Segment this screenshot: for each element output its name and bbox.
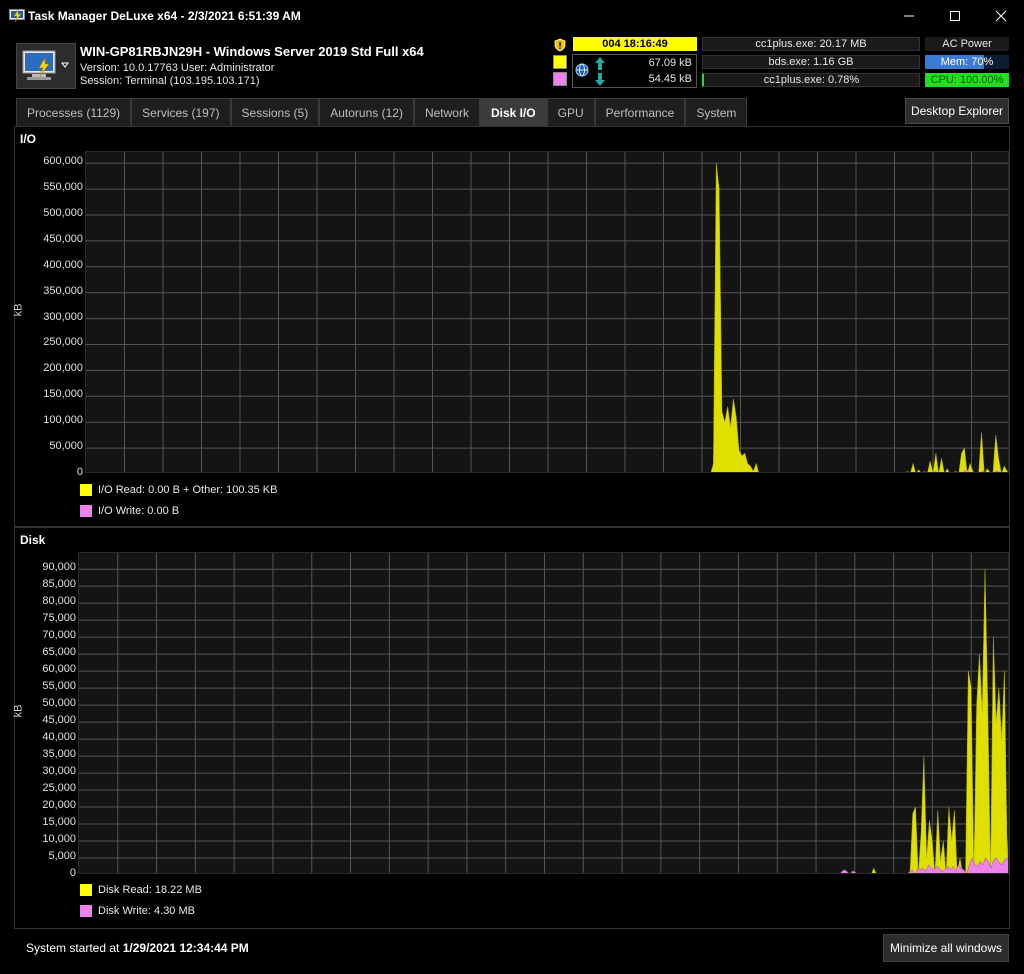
io-y-tick-label: 150,000 (43, 388, 83, 401)
io-y-tick-label: 0 (76, 466, 83, 478)
io-y-tick-label: 600,000 (43, 155, 83, 168)
network-summary: 67.09 kB 54.45 kB (572, 54, 697, 88)
disk-write-legend: Disk Write: 4.30 MB (98, 905, 195, 917)
disk-y-tick-label: 70,000 (42, 629, 76, 642)
write-color-swatch (553, 72, 567, 86)
system-started-label: System started at (26, 941, 120, 955)
up-down-arrows-icon (595, 57, 605, 86)
minimize-all-windows-button[interactable]: Minimize all windows (883, 934, 1009, 962)
io-y-tick-label: 500,000 (43, 206, 83, 219)
io-y-tick-label: 250,000 (43, 336, 83, 349)
disk-y-tick-label: 55,000 (42, 680, 76, 693)
io-chart-title: I/O (20, 132, 37, 146)
disk-y-tick-label: 25,000 (42, 782, 76, 795)
memory-usage-label: Mem: 70% (940, 56, 994, 68)
disk-chart-title: Disk (20, 533, 46, 547)
io-y-tick-label: 200,000 (43, 362, 83, 375)
computer-menu-button[interactable] (16, 43, 76, 89)
disk-read-legend-swatch (80, 884, 92, 896)
minimize-button[interactable] (886, 0, 932, 32)
disk-y-tick-label: 35,000 (42, 748, 76, 761)
chevron-down-icon (61, 62, 69, 68)
tab-sessions[interactable]: Sessions (5) (230, 98, 320, 126)
session-line: Session: Terminal (103.195.103.171) (80, 75, 260, 87)
io-chart (85, 151, 1009, 473)
tab-performance[interactable]: Performance (594, 98, 686, 126)
io-read-legend: I/O Read: 0.00 B + Other: 100.35 KB (98, 484, 278, 496)
disk-y-tick-label: 50,000 (42, 697, 76, 710)
disk-y-tick-label: 5,000 (48, 850, 76, 862)
cpu-usage-bar: CPU: 100.00% (925, 73, 1009, 87)
close-icon (995, 10, 1007, 22)
disk-y-tick-label: 20,000 (42, 799, 76, 812)
tab-autoruns[interactable]: Autoruns (12) (319, 98, 414, 126)
disk-write-legend-swatch (80, 905, 92, 917)
disk-y-tick-label: 90,000 (42, 561, 76, 574)
io-y-tick-label: 100,000 (43, 414, 83, 427)
disk-y-tick-label: 30,000 (42, 765, 76, 778)
minimize-icon (904, 15, 914, 17)
maximize-button[interactable] (932, 0, 978, 32)
disk-y-tick-label: 60,000 (42, 663, 76, 676)
io-y-tick-label: 550,000 (43, 181, 83, 194)
tab-gpu[interactable]: GPU (546, 98, 595, 126)
disk-y-tick-label: 85,000 (42, 578, 76, 591)
tab-bar: Processes (1129) Services (197) Sessions… (16, 98, 748, 126)
version-line: Version: 10.0.17763 User: Administrator (80, 62, 275, 74)
read-color-swatch (553, 55, 567, 69)
io-write-legend-swatch (80, 505, 92, 517)
tab-disk-io[interactable]: Disk I/O (479, 98, 547, 126)
tab-services[interactable]: Services (197) (131, 98, 231, 126)
disk-y-tick-label: 0 (69, 867, 76, 879)
disk-y-tick-label: 65,000 (42, 646, 76, 659)
disk-y-tick-label: 40,000 (42, 731, 76, 744)
maximize-icon (950, 11, 960, 21)
disk-y-tick-label: 10,000 (42, 833, 76, 846)
top-memory-process: cc1plus.exe: 20.17 MB (702, 37, 920, 51)
io-y-tick-label: 50,000 (49, 440, 83, 453)
tab-system[interactable]: System (685, 98, 748, 126)
tab-processes[interactable]: Processes (1129) (16, 98, 132, 126)
disk-y-tick-label: 45,000 (42, 714, 76, 727)
memory-usage-bar: Mem: 70% (925, 55, 1009, 69)
system-started: System started at 1/29/2021 12:34:44 PM (26, 941, 249, 955)
close-button[interactable] (978, 0, 1024, 32)
uptime-display: 004 18:16:49 (573, 37, 697, 51)
net-upload-value: 67.09 kB (648, 57, 692, 69)
top-disk-process: bds.exe: 1.16 GB (702, 55, 920, 69)
io-y-tick-label: 350,000 (43, 284, 83, 297)
power-status: AC Power (925, 37, 1009, 51)
io-y-tick-label: 450,000 (43, 232, 83, 245)
io-read-legend-swatch (80, 484, 92, 496)
net-download-value: 54.45 kB (648, 73, 692, 85)
title-bar: Task Manager DeLuxe x64 - 2/3/2021 6:51:… (0, 0, 1024, 32)
tab-network[interactable]: Network (413, 98, 480, 126)
app-icon (9, 9, 25, 23)
disk-chart (78, 552, 1009, 874)
globe-icon (575, 63, 589, 77)
desktop-explorer-button[interactable]: Desktop Explorer (905, 98, 1009, 124)
host-title: WIN-GP81RBJN29H - Windows Server 2019 St… (80, 44, 424, 59)
io-y-tick-label: 300,000 (43, 310, 83, 323)
top-cpu-process: cc1plus.exe: 0.78% (702, 73, 920, 87)
io-write-legend: I/O Write: 0.00 B (98, 505, 180, 517)
disk-y-tick-label: 75,000 (42, 612, 76, 625)
shield-icon (554, 38, 566, 52)
disk-y-tick-label: 80,000 (42, 595, 76, 608)
io-y-tick-label: 400,000 (43, 258, 83, 271)
disk-y-tick-label: 15,000 (42, 816, 76, 829)
disk-read-legend: Disk Read: 18.22 MB (98, 884, 202, 896)
system-started-value: 1/29/2021 12:34:44 PM (122, 941, 249, 955)
window-title: Task Manager DeLuxe x64 - 2/3/2021 6:51:… (28, 9, 301, 23)
computer-icon (22, 50, 69, 80)
